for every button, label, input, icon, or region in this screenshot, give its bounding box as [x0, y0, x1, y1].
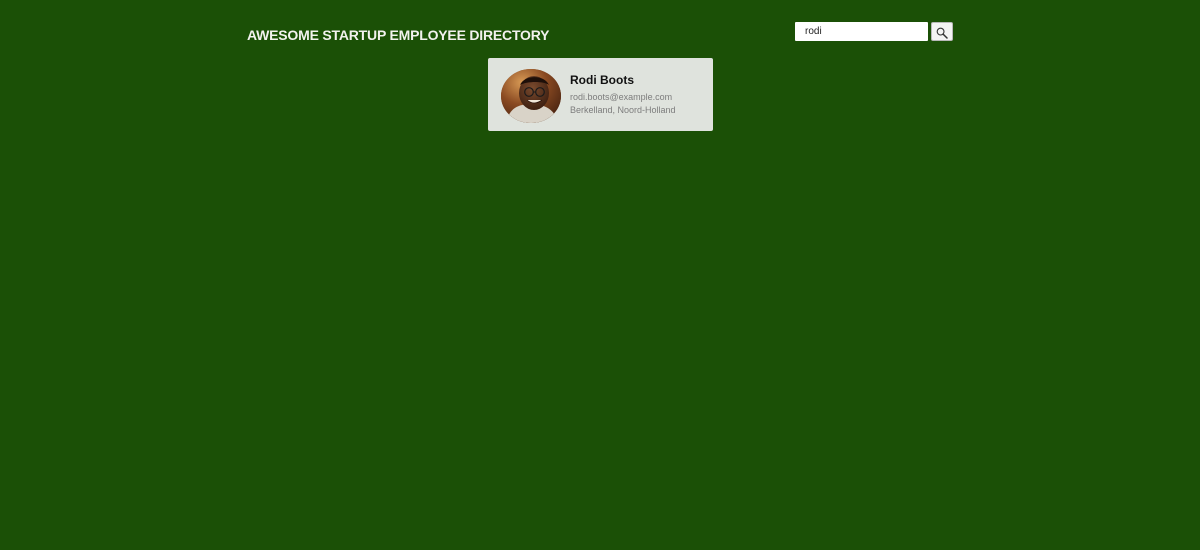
page-header: AWESOME STARTUP EMPLOYEE DIRECTORY: [247, 22, 953, 46]
employee-location: Berkelland, Noord-Holland: [570, 105, 676, 115]
search-button[interactable]: [931, 22, 953, 41]
page-title: AWESOME STARTUP EMPLOYEE DIRECTORY: [247, 27, 550, 43]
employee-email: rodi.boots@example.com: [570, 92, 673, 102]
employee-name: Rodi Boots: [570, 73, 634, 87]
search-input[interactable]: [795, 22, 928, 41]
search-form: [795, 22, 953, 41]
magnifier-icon: [932, 27, 952, 39]
employee-info: Rodi Boots rodi.boots@example.com Berkel…: [570, 73, 710, 116]
employee-card[interactable]: Rodi Boots rodi.boots@example.com Berkel…: [488, 58, 713, 131]
employee-avatar: [501, 69, 561, 123]
